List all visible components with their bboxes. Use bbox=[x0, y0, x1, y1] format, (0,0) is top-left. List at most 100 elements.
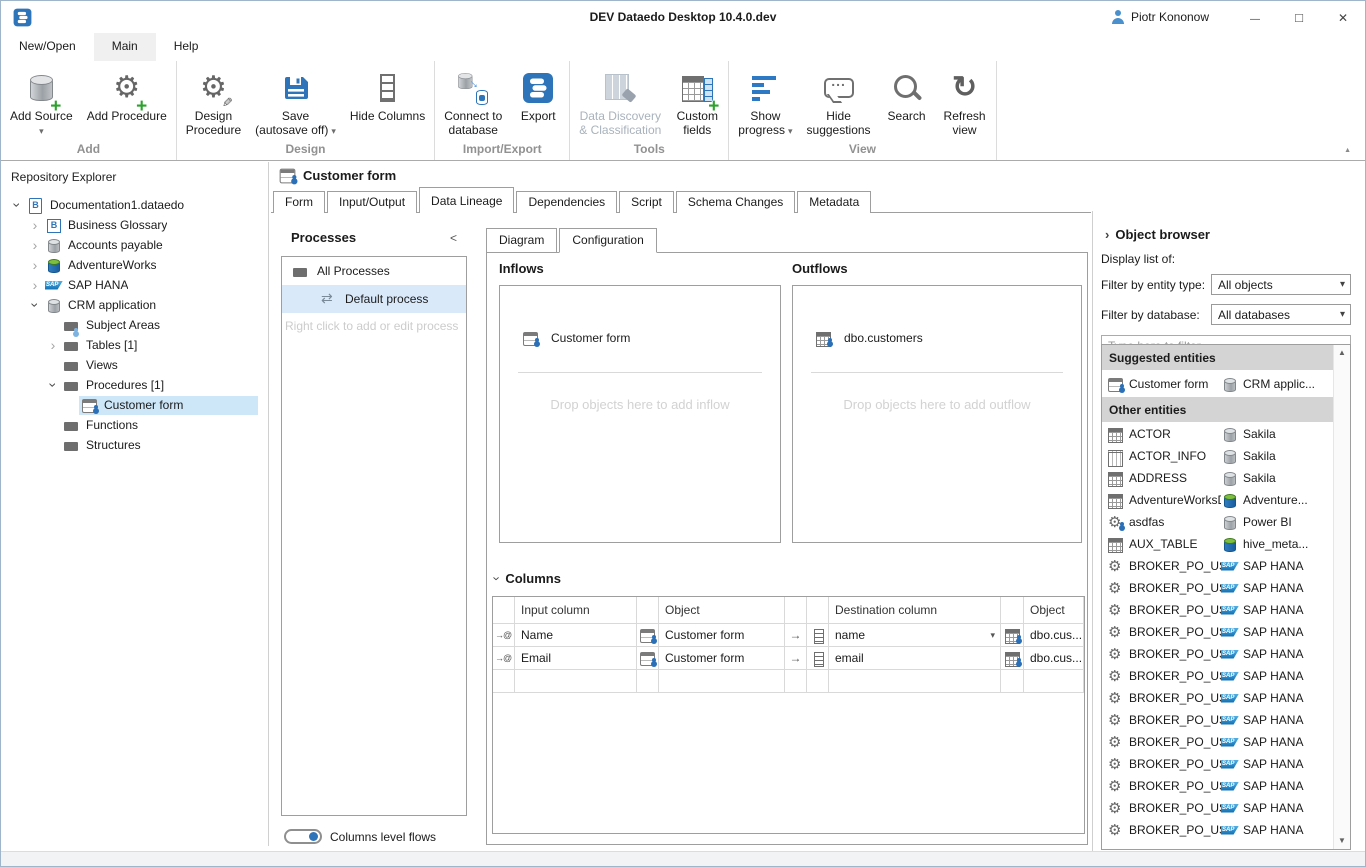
entity-row[interactable]: BROKER_PO_USER_... SAP HANA bbox=[1102, 643, 1333, 665]
outflows-dropzone[interactable]: dbo.customers Drop objects here to add o… bbox=[792, 285, 1082, 543]
hide-suggestions-button[interactable]: Hidesuggestions bbox=[800, 65, 878, 141]
entity-row[interactable]: BROKER_PO_USER_... SAP HANA bbox=[1102, 819, 1333, 841]
cell-object[interactable]: Customer form bbox=[659, 647, 785, 670]
entity-row[interactable]: Customer form CRM applic... bbox=[1102, 371, 1333, 397]
add-source-button[interactable]: + Add Source bbox=[3, 65, 80, 141]
design-procedure-button[interactable]: ⚙✎ DesignProcedure bbox=[179, 65, 248, 141]
tree-item[interactable]: Documentation1.dataedo bbox=[1, 195, 268, 215]
database-filter-select[interactable]: All databases bbox=[1211, 304, 1351, 325]
tab-form[interactable]: Form bbox=[273, 191, 325, 213]
tree-item[interactable]: Tables [1] bbox=[1, 335, 268, 355]
tab-metadata[interactable]: Metadata bbox=[797, 191, 871, 213]
tree-item[interactable]: Business Glossary bbox=[1, 215, 268, 235]
cell-input-column[interactable]: Name bbox=[515, 624, 637, 647]
maximize-button[interactable] bbox=[1277, 10, 1321, 25]
process-item-default[interactable]: Default process bbox=[282, 285, 466, 313]
entity-row[interactable]: BROKER_PO_USER_... SAP HANA bbox=[1102, 665, 1333, 687]
entity-row[interactable]: BROKER_PO_USER_... SAP HANA bbox=[1102, 621, 1333, 643]
collapse-object-browser-icon[interactable] bbox=[1105, 227, 1109, 242]
collapse-ribbon-icon[interactable] bbox=[1344, 147, 1351, 154]
divider bbox=[811, 372, 1063, 373]
hide-columns-button[interactable]: Hide Columns bbox=[343, 65, 432, 141]
entity-row[interactable]: asdfas Power BI bbox=[1102, 511, 1333, 533]
tree-item[interactable]: Views bbox=[1, 355, 268, 375]
collapse-columns-icon[interactable] bbox=[495, 571, 499, 586]
scroll-up-icon[interactable] bbox=[1334, 345, 1350, 361]
tab-script[interactable]: Script bbox=[619, 191, 674, 213]
tree-item[interactable]: Customer form bbox=[1, 395, 268, 415]
export-button[interactable]: Export bbox=[509, 65, 567, 141]
entity-row[interactable]: BROKER_PO_USER_... SAP HANA bbox=[1102, 753, 1333, 775]
entity-row[interactable]: AdventureWorksDW... Adventure... bbox=[1102, 489, 1333, 511]
menu-new-open[interactable]: New/Open bbox=[1, 33, 94, 61]
tree-item[interactable]: AdventureWorks bbox=[1, 255, 268, 275]
refresh-view-button[interactable]: ↻ Refreshview bbox=[936, 65, 994, 141]
tree-item[interactable]: Subject Areas bbox=[1, 315, 268, 335]
ribbon-group-tools: Data Discovery& Classification + Customf… bbox=[570, 61, 729, 160]
tree-item[interactable]: Accounts payable bbox=[1, 235, 268, 255]
expand-arrow-icon[interactable] bbox=[45, 337, 61, 354]
cell-empty[interactable] bbox=[515, 670, 637, 693]
add-procedure-button[interactable]: ⚙+ Add Procedure bbox=[80, 65, 174, 141]
process-item-all[interactable]: All Processes bbox=[282, 257, 466, 285]
outflow-item[interactable]: dbo.customers bbox=[815, 326, 1081, 350]
expand-arrow-icon[interactable] bbox=[27, 237, 43, 254]
tab-diagram[interactable]: Diagram bbox=[486, 228, 557, 253]
minimize-button[interactable] bbox=[1233, 10, 1277, 25]
tree-item[interactable]: Procedures [1] bbox=[1, 375, 268, 395]
save-button[interactable]: Save(autosave off) bbox=[248, 65, 343, 141]
cell-dest-object[interactable]: dbo.cus... bbox=[1024, 647, 1084, 670]
cell-input-column[interactable]: Email bbox=[515, 647, 637, 670]
menu-main[interactable]: Main bbox=[94, 33, 156, 61]
user-account[interactable]: Piotr Kononow bbox=[1111, 10, 1209, 24]
entity-row[interactable]: BROKER_PO_USER_... SAP HANA bbox=[1102, 797, 1333, 819]
entity-row[interactable]: ADDRESS Sakila bbox=[1102, 467, 1333, 489]
expand-arrow-icon[interactable] bbox=[27, 257, 43, 274]
entity-row[interactable]: BROKER_PO_USER_... SAP HANA bbox=[1102, 709, 1333, 731]
tree-item[interactable]: Functions bbox=[1, 415, 268, 435]
flow-arrow-icon bbox=[785, 647, 807, 670]
tab-input-output[interactable]: Input/Output bbox=[327, 191, 417, 213]
entity-row[interactable]: BROKER_PO_USER_... SAP HANA bbox=[1102, 775, 1333, 797]
tab-data-lineage[interactable]: Data Lineage bbox=[419, 187, 514, 213]
expand-arrow-icon[interactable] bbox=[27, 217, 43, 234]
entity-row[interactable]: ACTOR Sakila bbox=[1102, 423, 1333, 445]
tab-schema-changes[interactable]: Schema Changes bbox=[676, 191, 795, 213]
tab-configuration[interactable]: Configuration bbox=[559, 228, 656, 253]
expand-arrow-icon[interactable] bbox=[27, 277, 43, 294]
close-button[interactable] bbox=[1321, 10, 1365, 25]
entity-row[interactable]: BROKER_PO_USER_... SAP HANA bbox=[1102, 687, 1333, 709]
cell-empty[interactable] bbox=[659, 670, 785, 693]
collapse-panel-icon[interactable]: < bbox=[450, 231, 465, 245]
expand-arrow-icon[interactable] bbox=[9, 197, 25, 214]
entity-row[interactable]: BROKER_PO_USER_... SAP HANA bbox=[1102, 577, 1333, 599]
expand-arrow-icon[interactable] bbox=[45, 377, 61, 394]
entity-type-filter-select[interactable]: All objects bbox=[1211, 274, 1351, 295]
entity-row[interactable]: BROKER_PO_USER_... SAP HANA bbox=[1102, 555, 1333, 577]
scrollbar[interactable] bbox=[1333, 345, 1350, 849]
tree-item[interactable]: SAP HANA bbox=[1, 275, 268, 295]
menu-help[interactable]: Help bbox=[156, 33, 217, 61]
columns-level-flows-toggle[interactable] bbox=[284, 829, 322, 844]
connect-to-database-button[interactable]: → Connect todatabase bbox=[437, 65, 509, 141]
cell-destination-column[interactable]: email bbox=[829, 647, 1001, 670]
search-button[interactable]: Search bbox=[878, 65, 936, 141]
show-progress-button[interactable]: Showprogress bbox=[731, 65, 799, 141]
entity-row[interactable]: BROKER_PO_USER_... SAP HANA bbox=[1102, 731, 1333, 753]
cell-destination-column[interactable]: name bbox=[829, 624, 1001, 647]
inflows-dropzone[interactable]: Customer form Drop objects here to add i… bbox=[499, 285, 781, 543]
entity-row[interactable]: ACTOR_INFO Sakila bbox=[1102, 445, 1333, 467]
expand-arrow-icon[interactable] bbox=[27, 297, 43, 314]
entity-row[interactable]: AUX_TABLE hive_meta... bbox=[1102, 533, 1333, 555]
cell-empty[interactable] bbox=[829, 670, 1001, 693]
tree-item[interactable]: Structures bbox=[1, 435, 268, 455]
tree-item[interactable]: CRM application bbox=[1, 295, 268, 315]
tab-dependencies[interactable]: Dependencies bbox=[516, 191, 617, 213]
custom-fields-button[interactable]: + Customfields bbox=[668, 65, 726, 141]
inflow-item[interactable]: Customer form bbox=[522, 326, 780, 350]
entity-row[interactable]: BROKER_PO_USER_... SAP HANA bbox=[1102, 599, 1333, 621]
cell-dest-object[interactable]: dbo.cus... bbox=[1024, 624, 1084, 647]
cell-empty[interactable] bbox=[1024, 670, 1084, 693]
cell-object[interactable]: Customer form bbox=[659, 624, 785, 647]
scroll-down-icon[interactable] bbox=[1334, 833, 1350, 849]
